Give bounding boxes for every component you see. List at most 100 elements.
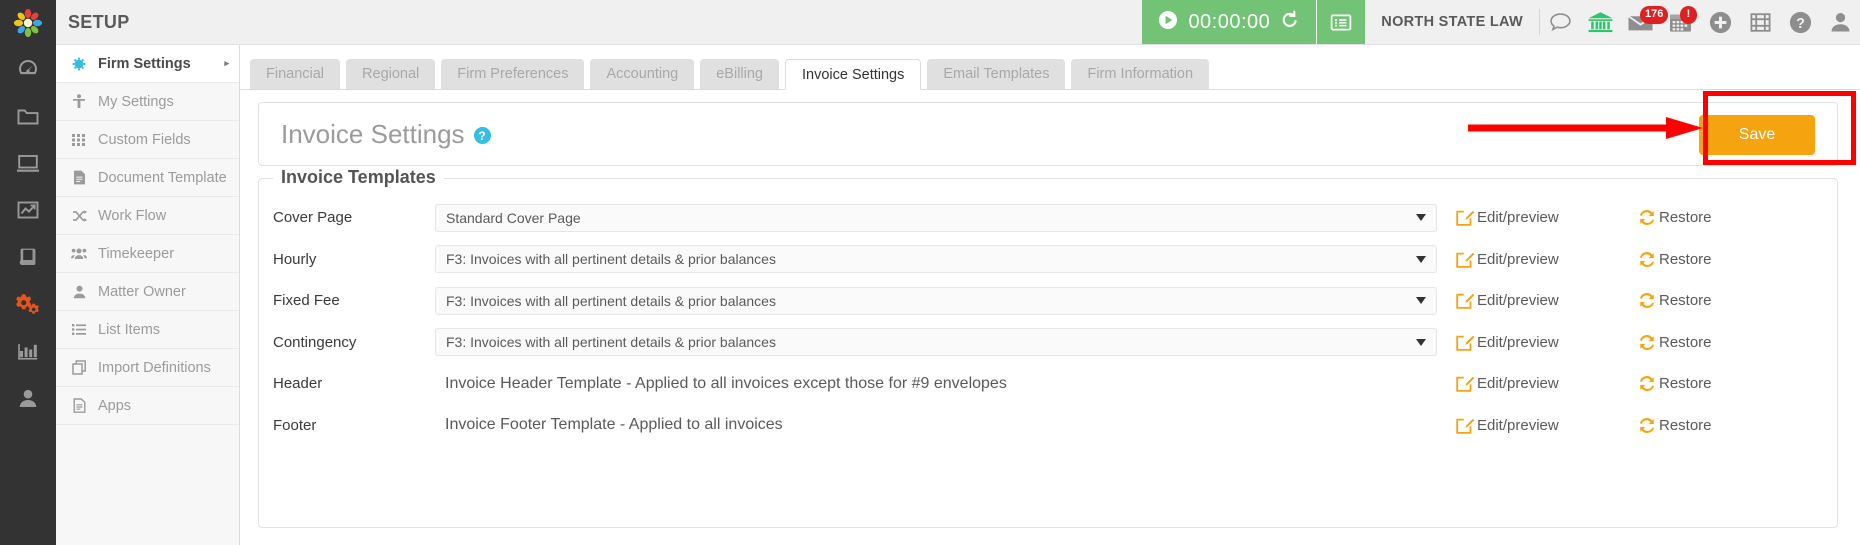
calendar-icon[interactable]: ! (1660, 0, 1700, 44)
sidebar-item-label: Firm Settings (98, 55, 191, 72)
fixed-fee-select[interactable]: F3: Invoices with all pertinent details … (435, 286, 1437, 315)
row-actions: Edit/preview Restore (1437, 291, 1817, 310)
edit-pencil-icon (1455, 374, 1475, 393)
chart-line-icon[interactable] (0, 186, 56, 233)
chat-bubble-icon[interactable] (1540, 0, 1580, 44)
help-icon[interactable]: ? (473, 127, 491, 145)
bank-icon[interactable] (1580, 0, 1620, 44)
page-title-panel: Invoice Settings? Save (258, 102, 1838, 166)
row-actions: Edit/preview Restore (1437, 208, 1817, 227)
setup-sidebar: Firm Settings ▸ My Settings Custom Field… (56, 45, 240, 545)
restore-refresh-icon (1637, 416, 1657, 435)
edit-preview-label: Edit/preview (1477, 333, 1559, 351)
sidebar-item-import-definitions[interactable]: Import Definitions (56, 349, 239, 387)
reset-arrow-icon[interactable] (1280, 10, 1300, 35)
sidebar-item-firm-settings[interactable]: Firm Settings ▸ (56, 45, 239, 83)
sidebar-item-label: Matter Owner (98, 283, 186, 300)
edit-preview-link[interactable]: Edit/preview (1455, 333, 1637, 352)
chevron-down-icon (1416, 338, 1426, 346)
restore-link[interactable]: Restore (1637, 208, 1712, 227)
dashboard-icon[interactable] (0, 45, 56, 92)
tab-ebilling[interactable]: eBilling (700, 59, 779, 89)
select-value: Standard Cover Page (446, 209, 581, 226)
restore-label: Restore (1659, 209, 1712, 227)
template-row: Footer Invoice Footer Template - Applied… (259, 405, 1837, 447)
sidebar-item-my-settings[interactable]: My Settings (56, 83, 239, 121)
timer-widget[interactable]: 00:00:00 (1142, 0, 1317, 44)
row-label: Fixed Fee (273, 292, 340, 310)
timer-list-icon[interactable] (1317, 0, 1366, 44)
select-value: F3: Invoices with all pertinent details … (446, 251, 776, 268)
sidebar-item-custom-fields[interactable]: Custom Fields (56, 121, 239, 159)
calendar-badge: ! (1680, 6, 1697, 24)
sidebar-item-label: Apps (98, 397, 132, 414)
file-lines-icon (68, 398, 90, 413)
timer-value: 00:00:00 (1188, 10, 1271, 33)
restore-link[interactable]: Restore (1637, 333, 1712, 352)
row-actions: Edit/preview Restore (1437, 333, 1817, 352)
page-title: Invoice Settings? (281, 119, 491, 150)
play-circle-icon[interactable] (1158, 10, 1178, 35)
tab-regional[interactable]: Regional (346, 59, 436, 89)
sidebar-item-list-items[interactable]: List Items (56, 311, 239, 349)
template-row: Header Invoice Header Template - Applied… (259, 363, 1837, 405)
sidebar-item-label: List Items (98, 321, 161, 338)
sidebar-item-label: Document Template (98, 169, 227, 186)
help-circle-icon[interactable]: ? (1780, 0, 1820, 44)
folder-icon[interactable] (0, 92, 56, 139)
sidebar-item-timekeeper[interactable]: Timekeeper (56, 235, 239, 273)
row-actions: Edit/preview Restore (1437, 416, 1817, 435)
header-template-value: Invoice Header Template - Applied to all… (445, 374, 1007, 392)
edit-pencil-icon (1455, 416, 1475, 435)
edit-preview-label: Edit/preview (1477, 209, 1559, 227)
document-icon (68, 170, 90, 185)
add-circle-icon[interactable] (1700, 0, 1740, 44)
hourly-select[interactable]: F3: Invoices with all pertinent details … (435, 245, 1437, 274)
tab-financial[interactable]: Financial (250, 59, 341, 89)
template-row: Fixed Fee F3: Invoices with all pertinen… (259, 280, 1837, 322)
restore-refresh-icon (1637, 374, 1657, 393)
edit-preview-link[interactable]: Edit/preview (1455, 374, 1637, 393)
row-actions: Edit/preview Restore (1437, 374, 1817, 393)
page-title-text: Invoice Settings (281, 118, 465, 149)
sidebar-item-label: My Settings (98, 93, 174, 110)
save-button[interactable]: Save (1699, 115, 1815, 155)
desktop-icon[interactable] (0, 139, 56, 186)
tab-firm-information[interactable]: Firm Information (1071, 59, 1210, 89)
sidebar-filler (56, 425, 239, 545)
sidebar-item-document-template[interactable]: Document Template (56, 159, 239, 197)
template-row: Contingency F3: Invoices with all pertin… (259, 322, 1837, 364)
sidebar-item-label: Custom Fields (98, 131, 191, 148)
tab-invoice-settings[interactable]: Invoice Settings (784, 59, 922, 90)
tab-firm-preferences[interactable]: Firm Preferences (441, 59, 585, 89)
cover-page-select[interactable]: Standard Cover Page (435, 203, 1437, 232)
edit-preview-link[interactable]: Edit/preview (1455, 416, 1637, 435)
book-icon[interactable] (0, 233, 56, 280)
restore-label: Restore (1659, 416, 1712, 434)
select-value: F3: Invoices with all pertinent details … (446, 334, 776, 351)
restore-link[interactable]: Restore (1637, 250, 1712, 269)
user-avatar-icon[interactable] (1820, 0, 1860, 44)
user-solid-icon (68, 285, 90, 299)
edit-preview-link[interactable]: Edit/preview (1455, 291, 1637, 310)
tab-accounting[interactable]: Accounting (590, 59, 695, 89)
sidebar-item-work-flow[interactable]: Work Flow (56, 197, 239, 235)
restore-link[interactable]: Restore (1637, 416, 1712, 435)
sidebar-item-apps[interactable]: Apps (56, 387, 239, 425)
restore-label: Restore (1659, 375, 1712, 393)
restore-link[interactable]: Restore (1637, 374, 1712, 393)
envelope-icon[interactable]: 176 (1620, 0, 1669, 44)
edit-preview-link[interactable]: Edit/preview (1455, 208, 1637, 227)
bar-chart-icon[interactable] (0, 327, 56, 374)
edit-preview-link[interactable]: Edit/preview (1455, 250, 1637, 269)
sidebar-item-matter-owner[interactable]: Matter Owner (56, 273, 239, 311)
gears-icon[interactable] (0, 280, 56, 327)
restore-link[interactable]: Restore (1637, 291, 1712, 310)
user-icon[interactable] (0, 374, 56, 421)
tab-email-templates[interactable]: Email Templates (927, 59, 1066, 89)
contingency-select[interactable]: F3: Invoices with all pertinent details … (435, 328, 1437, 357)
flower-logo[interactable] (0, 0, 56, 45)
row-label: Cover Page (273, 209, 353, 227)
film-icon[interactable] (1740, 0, 1780, 44)
row-label: Hourly (273, 250, 317, 268)
